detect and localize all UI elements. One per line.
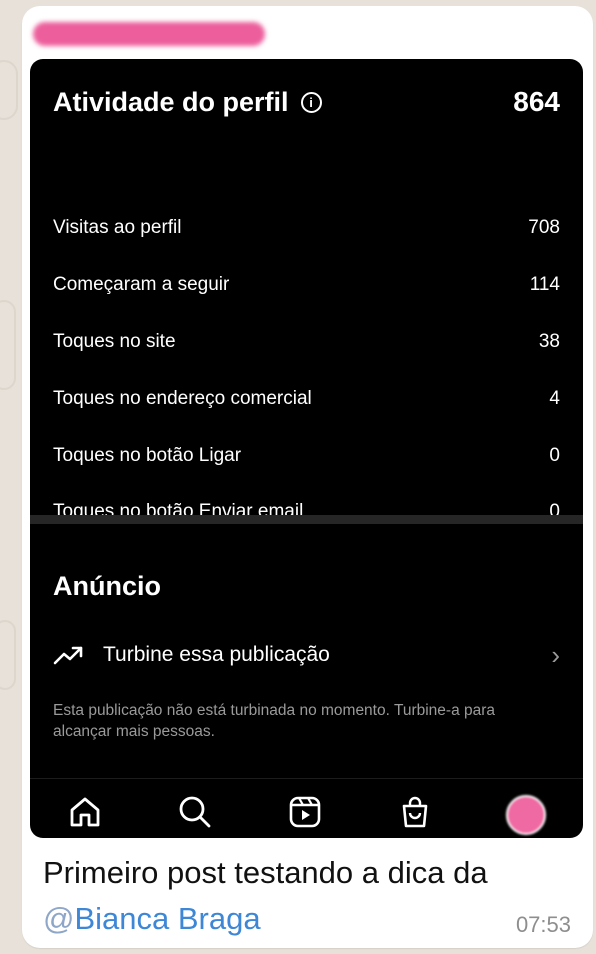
chevron-right-icon: › [551, 639, 560, 670]
activity-row: Começaram a seguir 114 [53, 270, 560, 300]
activity-row-label: Visitas ao perfil [53, 217, 182, 238]
message-timestamp: 07:53 [515, 912, 571, 937]
bottom-nav [30, 778, 583, 838]
boost-post-label: Turbine essa publicação [103, 643, 330, 666]
mention-at: @ [43, 901, 75, 936]
home-icon[interactable] [66, 793, 104, 831]
shop-icon[interactable] [396, 793, 434, 831]
mention-name: Bianca Braga [74, 901, 261, 936]
activity-row-value: 0 [549, 445, 560, 466]
activity-row-label: Começaram a seguir [53, 274, 230, 295]
boost-post-button[interactable]: Turbine essa publicação › [53, 637, 560, 673]
activity-row-value: 114 [529, 274, 560, 295]
section-divider [30, 515, 583, 524]
reels-icon[interactable] [286, 793, 324, 831]
activity-row-label: Toques no botão Ligar [53, 445, 242, 466]
search-icon[interactable] [176, 793, 214, 831]
ad-note: Esta publicação não está turbinada no mo… [53, 702, 496, 740]
profile-activity-header: Atividade do perfil i [53, 87, 322, 118]
activity-row: Toques no botão Ligar 0 [53, 441, 560, 471]
sender-name-redacted [33, 22, 265, 46]
activity-row: Toques no endereço comercial 4 [53, 384, 560, 414]
wallpaper-doodle [0, 60, 18, 120]
mention-link[interactable]: @Bianca Braga [43, 898, 261, 940]
activity-row-label: Toques no site [53, 331, 176, 352]
screenshot-image[interactable]: Atividade do perfil i 864 Visitas ao per… [30, 59, 583, 838]
info-icon[interactable]: i [300, 92, 322, 113]
message-bubble[interactable]: Atividade do perfil i 864 Visitas ao per… [22, 6, 593, 948]
activity-row-value: 4 [549, 388, 560, 409]
profile-activity-total: 864 [513, 86, 560, 117]
profile-avatar[interactable] [506, 795, 546, 835]
message-caption: Primeiro post testando a dica da [43, 855, 488, 890]
activity-row: Toques no site 38 [53, 327, 560, 357]
activity-row-value: 708 [528, 217, 560, 238]
activity-row-label: Toques no endereço comercial [53, 388, 312, 409]
ad-section-title: Anúncio [53, 571, 161, 601]
activity-row: Visitas ao perfil 708 [53, 213, 560, 243]
wallpaper-doodle [0, 620, 16, 690]
activity-row-value: 38 [538, 331, 560, 352]
profile-activity-title: Atividade do perfil [53, 87, 289, 117]
trending-up-icon [53, 646, 83, 665]
wallpaper-doodle [0, 300, 16, 390]
